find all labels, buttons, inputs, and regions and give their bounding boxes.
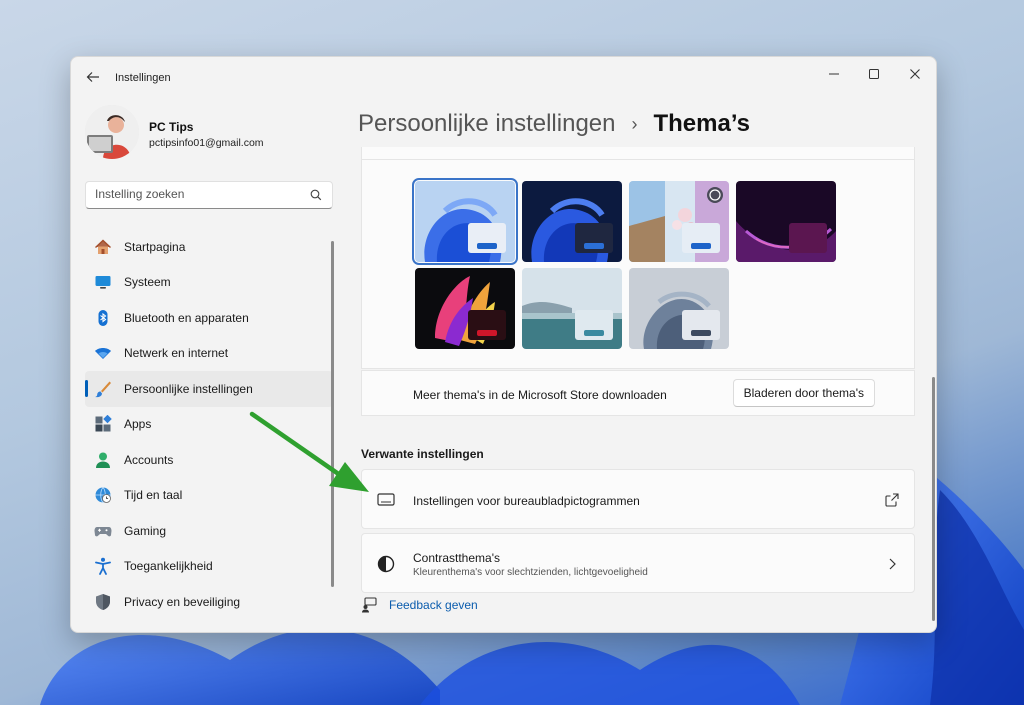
themes-gallery (361, 147, 915, 369)
apps-icon (93, 414, 113, 434)
theme-tile[interactable] (629, 268, 729, 349)
theme-tile[interactable] (629, 181, 729, 262)
row-title: Instellingen voor bureaubladpictogrammen (413, 494, 640, 508)
sidebar-item-label: Startpagina (124, 239, 186, 254)
profile-email: pctipsinfo01@gmail.com (149, 137, 264, 149)
store-themes-row: Meer thema's in de Microsoft Store downl… (361, 370, 915, 416)
contrast-themes-row[interactable]: Contrastthema's Kleurenthema's voor slec… (361, 533, 915, 593)
sidebar-item-systeem[interactable]: Systeem (85, 265, 333, 301)
divider (362, 159, 914, 160)
theme-taskbar-preview (575, 223, 613, 253)
chevron-right-icon (889, 558, 896, 570)
sidebar-item-label: Systeem (124, 275, 171, 290)
minimize-button[interactable] (817, 63, 851, 89)
sidebar-item-netwerk[interactable]: Netwerk en internet (85, 336, 333, 372)
feedback-icon (362, 597, 377, 613)
sidebar-item-label: Apps (124, 417, 152, 432)
search-input[interactable] (95, 187, 305, 201)
person-icon (93, 450, 113, 470)
sidebar-item-gaming[interactable]: Gaming (85, 513, 333, 549)
theme-tile[interactable] (415, 268, 515, 349)
paintbrush-icon (93, 379, 113, 399)
sidebar-item-apps[interactable]: Apps (85, 407, 333, 443)
home-icon (93, 237, 113, 257)
profile-name: PC Tips (149, 120, 194, 134)
sidebar-scrollbar[interactable] (331, 241, 334, 587)
app-title: Instellingen (115, 72, 171, 84)
row-subtitle: Kleurenthema's voor slechtzienden, licht… (413, 567, 648, 578)
theme-taskbar-preview (682, 223, 720, 253)
main-scrollbar[interactable] (932, 377, 935, 621)
sidebar-item-label: Toegankelijkheid (124, 559, 213, 574)
browse-themes-button[interactable]: Bladeren door thema's (732, 379, 875, 407)
feedback-label: Feedback geven (389, 598, 478, 612)
open-external-icon (885, 493, 899, 507)
back-button[interactable] (83, 67, 103, 87)
desktop-icon (377, 493, 395, 506)
maximize-button[interactable] (857, 63, 891, 89)
monitor-icon (93, 272, 113, 292)
search-box (85, 181, 333, 209)
settings-window: Instellingen PC Tips pctipsinfo01@gmail.… (70, 56, 937, 633)
wifi-icon (93, 343, 113, 363)
feedback-link[interactable]: Feedback geven (361, 595, 478, 615)
accessibility-icon (93, 556, 113, 576)
sidebar-nav: Startpagina Systeem Bluetooth en apparat… (85, 229, 333, 620)
maximize-icon (869, 69, 879, 79)
store-themes-text: Meer thema's in de Microsoft Store downl… (413, 388, 667, 402)
globe-clock-icon (93, 485, 113, 505)
avatar-illustration-icon (85, 105, 139, 159)
search-icon[interactable] (309, 188, 323, 202)
sidebar-item-label: Gaming (124, 523, 167, 538)
theme-taskbar-preview (468, 310, 506, 340)
sidebar-item-startpagina[interactable]: Startpagina (85, 229, 333, 265)
close-icon (910, 69, 920, 79)
shield-icon (93, 592, 113, 612)
sidebar-item-tijd-en-taal[interactable]: Tijd en taal (85, 478, 333, 514)
theme-taskbar-preview (789, 223, 827, 253)
close-button[interactable] (898, 63, 932, 89)
sidebar-item-label: Privacy en beveiliging (124, 594, 241, 609)
sidebar-item-label: Netwerk en internet (124, 346, 229, 361)
theme-taskbar-preview (468, 223, 506, 253)
sidebar-item-bluetooth[interactable]: Bluetooth en apparaten (85, 300, 333, 336)
theme-tile[interactable] (522, 268, 622, 349)
theme-taskbar-preview (575, 310, 613, 340)
sidebar-item-label: Bluetooth en apparaten (124, 310, 249, 325)
sidebar-item-accounts[interactable]: Accounts (85, 442, 333, 478)
row-title: Contrastthema's (413, 551, 500, 565)
sidebar-item-privacy[interactable]: Privacy en beveiliging (85, 584, 333, 620)
sidebar-item-label: Persoonlijke instellingen (124, 381, 253, 396)
minimize-icon (829, 73, 839, 75)
bluetooth-icon (93, 308, 113, 328)
title-bar: Instellingen (71, 57, 936, 97)
avatar (85, 105, 139, 159)
breadcrumb-parent[interactable]: Persoonlijke instellingen (358, 110, 615, 138)
theme-tile[interactable] (736, 181, 836, 262)
related-settings-title: Verwante instellingen (361, 447, 484, 461)
desktop-icon-settings-row[interactable]: Instellingen voor bureaubladpictogrammen (361, 469, 915, 529)
theme-tile[interactable] (412, 178, 518, 265)
theme-tile[interactable] (522, 181, 622, 262)
sidebar-item-label: Accounts (124, 452, 174, 467)
sidebar-item-label: Tijd en taal (124, 488, 183, 503)
sidebar-item-persoonlijke-instellingen[interactable]: Persoonlijke instellingen (85, 371, 333, 407)
sidebar-item-toegankelijkheid[interactable]: Toegankelijkheid (85, 549, 333, 585)
gamepad-icon (93, 521, 113, 541)
page-title: Thema’s (653, 110, 750, 137)
breadcrumb-separator: › (631, 113, 638, 134)
arrow-left-icon (86, 72, 99, 82)
theme-taskbar-preview (682, 310, 720, 340)
breadcrumb: Persoonlijke instellingen › Thema’s (358, 107, 750, 141)
contrast-icon (377, 555, 395, 573)
